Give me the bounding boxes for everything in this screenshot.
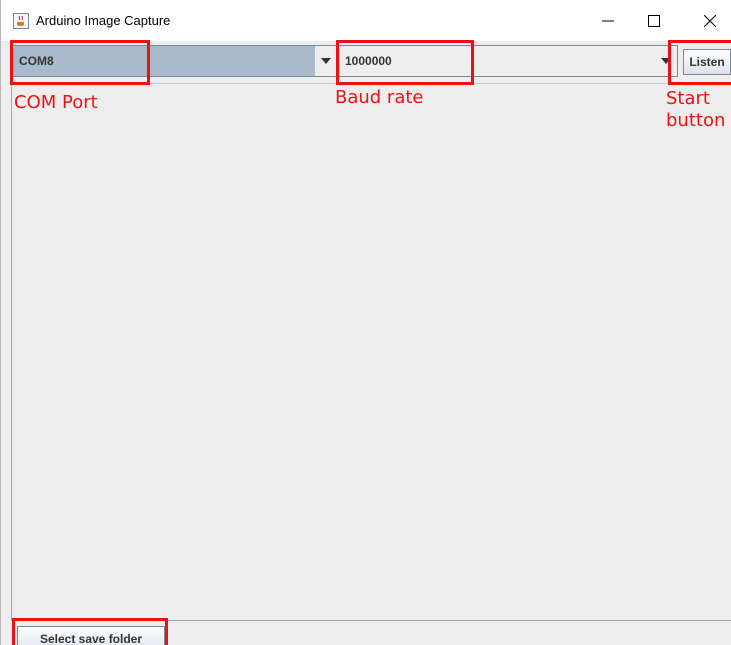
image-display-area — [11, 83, 731, 620]
window-title: Arduino Image Capture — [36, 13, 171, 28]
close-icon — [704, 14, 716, 27]
baud-rate-annotation: Baud rate — [335, 87, 424, 108]
start-button-annotation-line1: Start — [666, 88, 710, 109]
start-button-highlight — [668, 40, 731, 85]
save-folder-highlight — [12, 618, 168, 645]
com-port-annotation: COM Port — [14, 92, 98, 113]
minimize-icon — [602, 20, 614, 21]
title-bar[interactable]: Arduino Image Capture — [1, 0, 731, 41]
java-coffee-icon — [13, 13, 29, 29]
baud-rate-highlight — [336, 40, 474, 85]
close-button[interactable] — [687, 0, 731, 41]
start-button-annotation: Start button — [666, 88, 731, 132]
maximize-button[interactable] — [631, 0, 677, 41]
start-button-annotation-line2: button — [666, 110, 726, 131]
maximize-icon — [648, 14, 660, 27]
com-port-dropdown-button[interactable] — [315, 46, 337, 76]
com-port-highlight — [10, 40, 150, 85]
chevron-down-icon — [321, 58, 331, 64]
minimize-button[interactable] — [585, 0, 631, 41]
